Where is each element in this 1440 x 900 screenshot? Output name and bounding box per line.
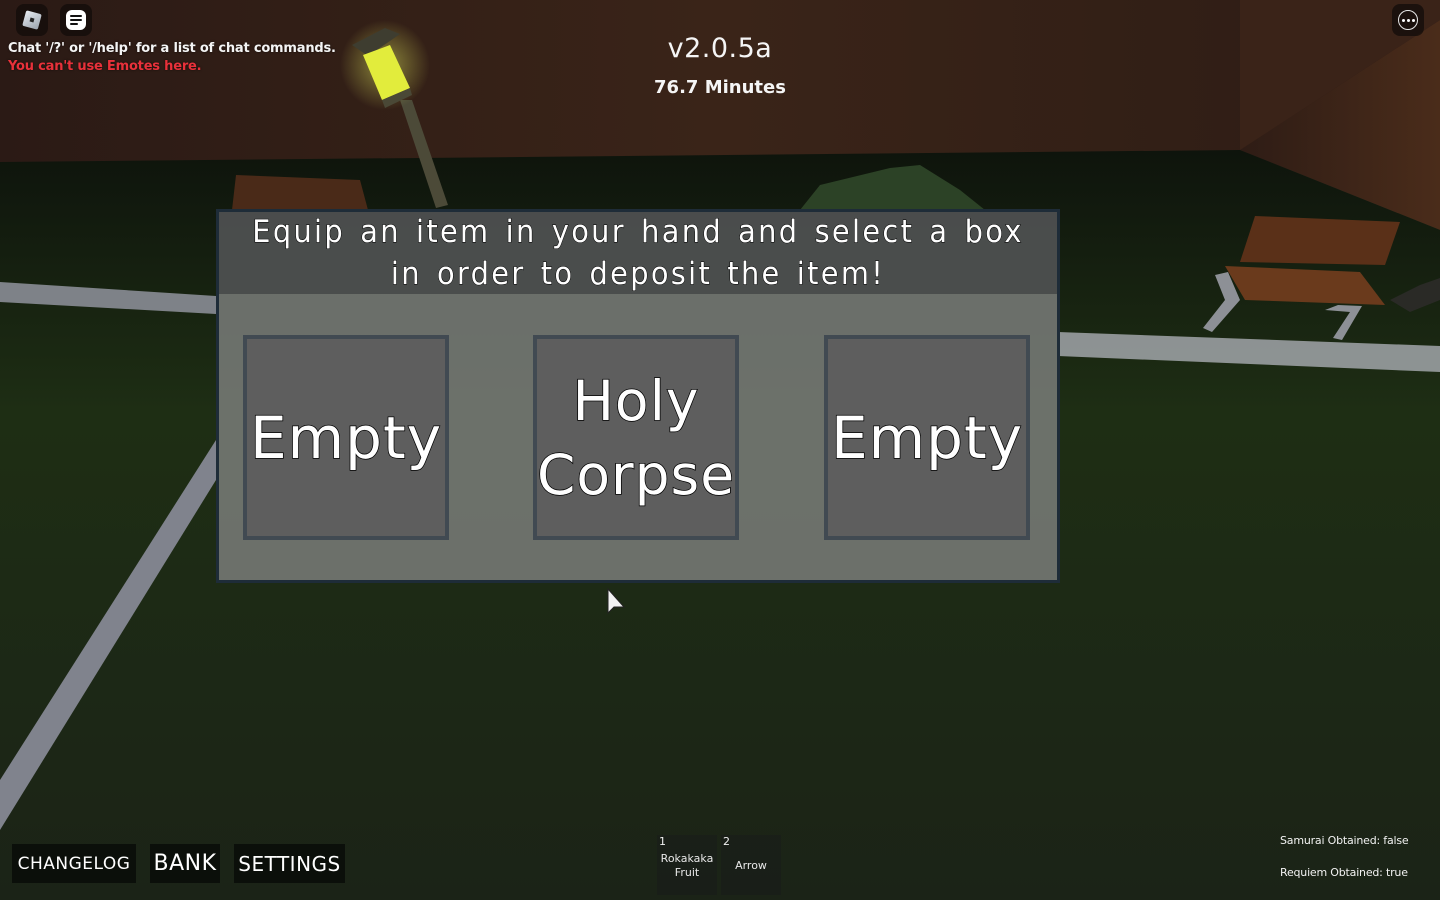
hotbar-item-name: Arrow: [735, 859, 767, 872]
changelog-button[interactable]: CHANGELOG: [12, 844, 136, 883]
bank-slot-label: Empty: [249, 403, 443, 473]
bench-left: [232, 175, 368, 210]
panel-header: Equip an item in your hand and select a …: [219, 212, 1057, 294]
bank-deposit-panel: Equip an item in your hand and select a …: [216, 209, 1060, 583]
hotbar-item-name: Rokakaka Fruit: [660, 852, 714, 879]
bank-button[interactable]: BANK: [150, 844, 220, 883]
bank-slot-3[interactable]: Empty: [824, 335, 1030, 540]
bank-slot-2[interactable]: Holy Corpse: [533, 335, 739, 540]
samurai-status: Samurai Obtained: false: [1280, 834, 1409, 847]
roblox-logo-icon: [22, 10, 42, 30]
bank-slot-label: Empty: [830, 403, 1024, 473]
settings-button[interactable]: SETTINGS: [234, 844, 345, 883]
bank-slot-label: Holy Corpse: [536, 368, 736, 508]
hotbar-slot-2[interactable]: 2 Arrow: [721, 835, 781, 895]
hotbar-key: 1: [659, 835, 666, 848]
more-options-button[interactable]: [1392, 4, 1424, 36]
mouse-cursor-icon: [607, 587, 626, 615]
deposit-instruction: Equip an item in your hand and select a …: [252, 214, 1024, 293]
roblox-menu-button[interactable]: [16, 4, 48, 36]
bank-slot-1[interactable]: Empty: [243, 335, 449, 540]
requiem-status: Requiem Obtained: true: [1280, 866, 1408, 879]
game-version: v2.0.5a: [667, 33, 773, 64]
hotbar-key: 2: [723, 835, 730, 848]
chat-toggle-button[interactable]: [60, 4, 92, 36]
chat-icon: [66, 10, 86, 30]
play-time: 76.7 Minutes: [654, 77, 786, 98]
hotbar-slot-1[interactable]: 1 Rokakaka Fruit: [657, 835, 717, 895]
more-options-icon: [1398, 10, 1418, 30]
